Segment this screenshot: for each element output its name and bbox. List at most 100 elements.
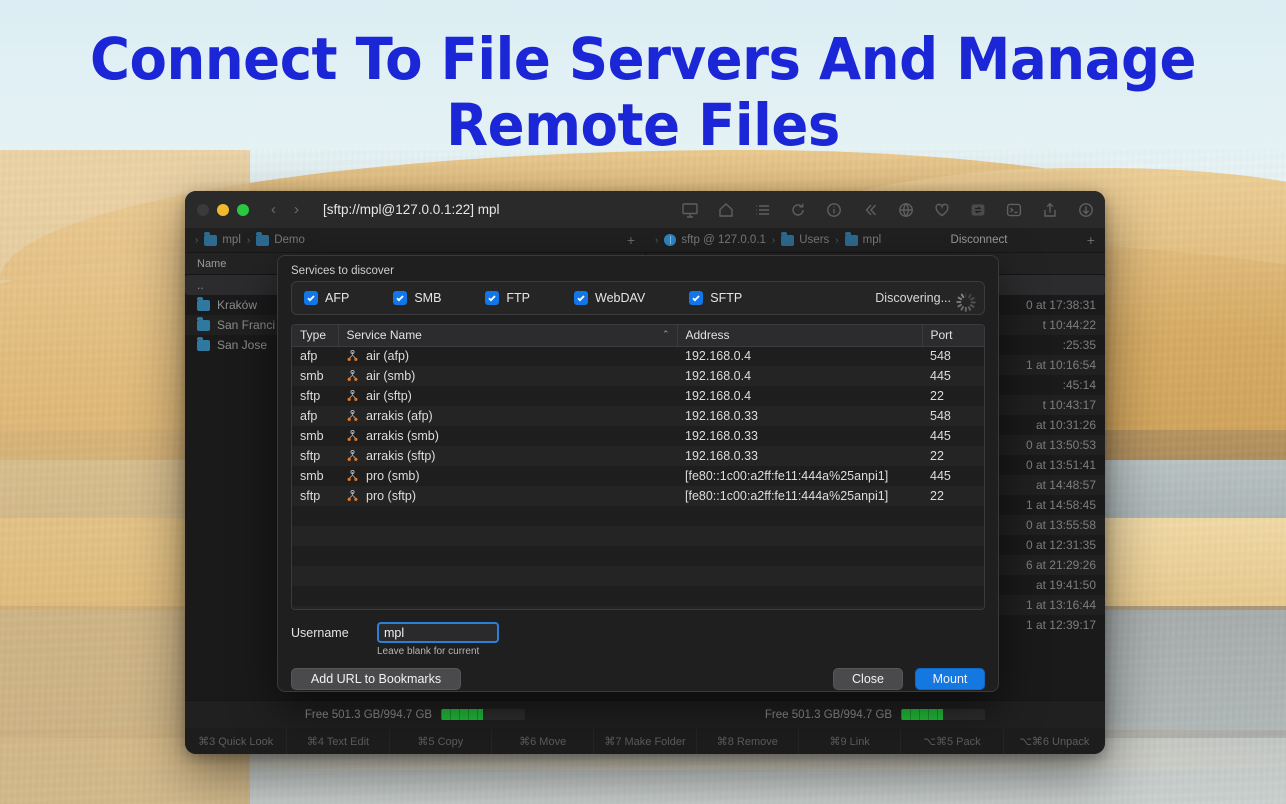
breadcrumb-item-users[interactable]: Users	[781, 231, 829, 246]
table-row[interactable]: sftp air (sftp) 192.168.0.4 22	[292, 386, 984, 406]
fn-quick-look[interactable]: ⌘3 Quick Look	[185, 728, 288, 754]
checkbox-label: WebDAV	[595, 291, 646, 305]
services-group-label: Services to discover	[291, 265, 394, 277]
service-node-icon	[346, 449, 359, 463]
breadcrumb-item-host[interactable]: sftp @ 127.0.0.1	[664, 234, 766, 246]
cell-service-name: arrakis (afp)	[338, 406, 677, 426]
cell-type: afp	[300, 349, 318, 364]
file-date: 6 at 21:29:26	[1025, 558, 1096, 572]
table-row[interactable]: smb air (smb) 192.168.0.4 445	[292, 366, 984, 386]
fn-unpack[interactable]: ⌥⌘6 Unpack	[1004, 728, 1105, 754]
username-row: Username	[291, 622, 985, 643]
sync-icon[interactable]	[969, 201, 987, 219]
cell-port: 22	[930, 449, 944, 463]
navigation-arrows: ‹ ›	[271, 201, 299, 218]
add-tab-button-right[interactable]: +	[1077, 232, 1095, 248]
table-row[interactable]: smb arrakis (smb) 192.168.0.33 445	[292, 426, 984, 446]
table-empty-row	[292, 586, 984, 606]
file-name: Kraków	[217, 298, 258, 312]
service-node-icon	[346, 369, 359, 383]
favorites-icon[interactable]	[933, 201, 951, 219]
breadcrumb-chevron-icon[interactable]: ›	[195, 235, 198, 246]
cell-type: afp	[300, 409, 318, 423]
cell-service-name: arrakis (sftp)	[338, 446, 677, 466]
services-group: Services to discover AFP SMB FTP WebDAV	[291, 265, 985, 315]
forward-arrow-icon[interactable]: ›	[294, 201, 299, 218]
maximize-window-button[interactable]	[237, 203, 249, 216]
file-date: 1 at 13:16:44	[1025, 598, 1096, 612]
fn-remove[interactable]: ⌘8 Remove	[697, 728, 799, 754]
checkbox-label: FTP	[506, 291, 531, 305]
globe-icon	[664, 234, 677, 246]
table-empty-row	[292, 526, 984, 546]
column-header-service-name[interactable]: Service Name ⌃	[338, 325, 678, 347]
table-row[interactable]: afp arrakis (afp) 192.168.0.33 548	[292, 406, 984, 426]
add-tab-button-left[interactable]: +	[617, 232, 635, 248]
table-row[interactable]: sftp pro (sftp) [fe80::1c00:a2ff:fe11:444a…	[292, 486, 984, 506]
close-window-button[interactable]	[197, 203, 209, 216]
checkbox-afp[interactable]: AFP	[304, 291, 349, 305]
fn-move[interactable]: ⌘6 Move	[492, 728, 595, 754]
monitor-icon[interactable]	[681, 201, 699, 219]
right-disk-status: Free 501.3 GB/994.7 GB	[645, 701, 1105, 728]
table-row[interactable]: sftp arrakis (sftp) 192.168.0.33 22	[292, 446, 984, 466]
breadcrumb-item-mpl[interactable]: mpl	[204, 231, 241, 246]
checkbox-sftp[interactable]: SFTP	[689, 291, 742, 305]
globe-icon[interactable]	[897, 201, 915, 219]
fn-link[interactable]: ⌘9 Link	[799, 728, 902, 754]
table-row[interactable]: smb pro (smb) [fe80::1c00:a2ff:fe11:444a%2…	[292, 466, 984, 486]
table-empty-row	[292, 566, 984, 586]
breadcrumb-chevron-icon[interactable]: ›	[655, 235, 658, 246]
breadcrumb-item-mpl-remote[interactable]: mpl	[844, 231, 881, 246]
close-button[interactable]: Close	[833, 668, 903, 690]
add-url-to-bookmarks-button[interactable]: Add URL to Bookmarks	[291, 668, 461, 690]
window-titlebar: ‹ › [sftp://mpl@127.0.0.1:22] mpl	[185, 191, 1105, 228]
fn-text-edit[interactable]: ⌘4 Text Edit	[287, 728, 390, 754]
service-node-icon	[346, 409, 359, 423]
mount-button[interactable]: Mount	[915, 668, 985, 690]
checkbox-webdav[interactable]: WebDAV	[574, 291, 645, 305]
username-input[interactable]	[377, 622, 499, 643]
username-label: Username	[291, 625, 349, 640]
column-header-port[interactable]: Port	[922, 325, 984, 347]
column-header-type[interactable]: Type	[292, 325, 339, 347]
disconnect-button[interactable]: Disconnect	[951, 234, 1008, 246]
share-icon[interactable]	[1041, 201, 1059, 219]
info-icon[interactable]	[825, 201, 843, 219]
dialog-button-row: Add URL to Bookmarks Close Mount	[291, 668, 985, 690]
column-header-address[interactable]: Address	[677, 325, 923, 347]
cell-service-name: air (smb)	[338, 366, 677, 386]
minimize-window-button[interactable]	[217, 203, 229, 216]
checkbox-ftp[interactable]: FTP	[485, 291, 530, 305]
home-icon[interactable]	[717, 201, 735, 219]
page-headline: Connect To File Servers And Manage Remot…	[89, 25, 1197, 159]
double-chevron-left-icon[interactable]	[861, 201, 879, 219]
cell-address: 192.168.0.4	[685, 389, 752, 403]
download-icon[interactable]	[1077, 201, 1095, 219]
breadcrumb-item-demo[interactable]: Demo	[256, 231, 305, 246]
left-breadcrumb: › mpl › Demo +	[185, 228, 645, 252]
refresh-icon[interactable]	[789, 201, 807, 219]
service-name-label: arrakis (afp)	[366, 409, 433, 423]
fn-copy[interactable]: ⌘5 Copy	[390, 728, 492, 754]
list-icon[interactable]	[753, 201, 771, 219]
checkbox-smb[interactable]: SMB	[393, 291, 441, 305]
username-hint: Leave blank for current	[377, 646, 480, 657]
folder-icon	[197, 316, 210, 331]
fn-make-folder[interactable]: ⌘7 Make Folder	[594, 728, 697, 754]
screenshot-stage: Connect To File Servers And Manage Remot…	[0, 0, 1286, 804]
table-row[interactable]: afp air (afp) 192.168.0.4 548	[292, 346, 984, 366]
checkbox-label: SFTP	[710, 291, 743, 305]
folder-icon	[197, 296, 210, 311]
column-header-label: Service Name	[346, 328, 422, 343]
disk-usage-meter	[441, 709, 526, 720]
cell-port: 22	[930, 489, 944, 503]
file-date: 1 at 12:39:17	[1025, 618, 1096, 632]
terminal-icon[interactable]	[1005, 201, 1023, 219]
checkbox-checked-icon	[485, 291, 500, 305]
cell-port: 548	[930, 409, 951, 423]
fn-pack[interactable]: ⌥⌘5 Pack	[901, 728, 1004, 754]
breadcrumb-separator-icon: ›	[835, 234, 839, 246]
breadcrumb-label: Demo	[274, 234, 305, 246]
back-arrow-icon[interactable]: ‹	[271, 201, 276, 218]
